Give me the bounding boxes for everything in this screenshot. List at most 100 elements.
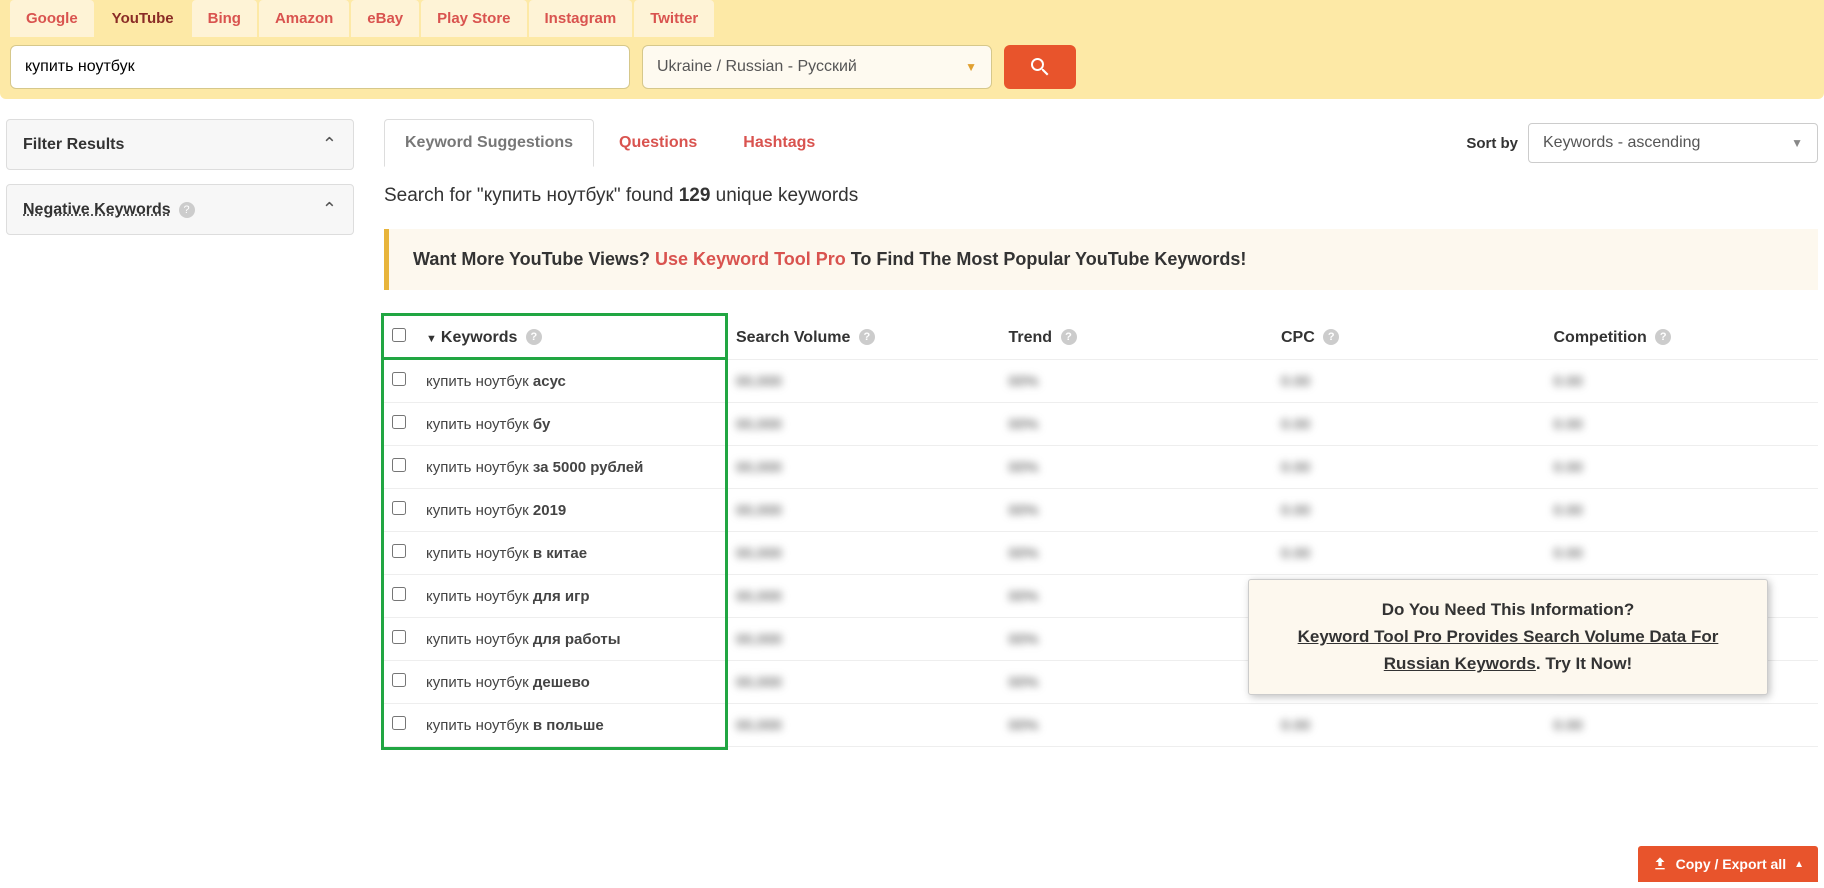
negative-keywords-title: Negative Keywords <box>23 201 171 218</box>
table-row: купить ноутбук за 5000 рублей00,00000%0.… <box>384 446 1818 489</box>
row-checkbox[interactable] <box>392 716 406 730</box>
trend-cell: 00% <box>1001 446 1274 489</box>
upsell-popup: Do You Need This Information? Keyword To… <box>1248 579 1768 695</box>
chevron-up-icon: ▲ <box>1794 859 1804 870</box>
col-keywords[interactable]: ▼Keywords ? <box>418 316 728 360</box>
row-checkbox[interactable] <box>392 630 406 644</box>
competition-cell: 0.00 <box>1546 489 1819 532</box>
keyword-cell: купить ноутбук за 5000 рублей <box>418 446 728 489</box>
trend-cell: 00% <box>1001 489 1274 532</box>
col-competition[interactable]: Competition ? <box>1546 316 1819 360</box>
cpc-cell: 0.00 <box>1273 403 1546 446</box>
trend-cell: 00% <box>1001 661 1274 704</box>
filter-results-title: Filter Results <box>23 136 124 154</box>
row-checkbox[interactable] <box>392 415 406 429</box>
keyword-cell: купить ноутбук бу <box>418 403 728 446</box>
search-button[interactable] <box>1004 45 1076 89</box>
keyword-cell: купить ноутбук в китае <box>418 532 728 575</box>
chevron-up-icon: ⌃ <box>322 134 337 155</box>
row-checkbox[interactable] <box>392 372 406 386</box>
trend-cell: 00% <box>1001 704 1274 747</box>
trend-cell: 00% <box>1001 360 1274 403</box>
platform-tab-instagram[interactable]: Instagram <box>529 0 633 37</box>
cpc-cell: 0.00 <box>1273 360 1546 403</box>
negative-keywords-toggle[interactable]: Negative Keywords ? ⌃ <box>7 185 353 234</box>
negative-keywords-panel: Negative Keywords ? ⌃ <box>6 184 354 235</box>
search-volume-cell: 00,000 <box>728 446 1001 489</box>
locale-select[interactable]: Ukraine / Russian - Русский ▼ <box>642 45 992 89</box>
keyword-cell: купить ноутбук для работы <box>418 618 728 661</box>
platform-tab-google[interactable]: Google <box>10 0 94 37</box>
chevron-down-icon: ▼ <box>1791 136 1803 150</box>
cpc-cell: 0.00 <box>1273 532 1546 575</box>
keyword-cell: купить ноутбук в польше <box>418 704 728 747</box>
copy-export-button[interactable]: Copy / Export all ▲ <box>1638 846 1818 882</box>
table-row: купить ноутбук 201900,00000%0.000.00 <box>384 489 1818 532</box>
table-row: купить ноутбук в китае00,00000%0.000.00 <box>384 532 1818 575</box>
help-icon[interactable]: ? <box>1061 329 1077 345</box>
col-trend[interactable]: Trend ? <box>1001 316 1274 360</box>
row-checkbox[interactable] <box>392 501 406 515</box>
platform-tab-youtube[interactable]: YouTube <box>96 0 190 37</box>
table-row: купить ноутбук бу00,00000%0.000.00 <box>384 403 1818 446</box>
search-input[interactable] <box>10 45 630 89</box>
platform-tab-ebay[interactable]: eBay <box>351 0 419 37</box>
promo-banner: Want More YouTube Views? Use Keyword Too… <box>384 229 1818 290</box>
filter-results-panel: Filter Results ⌃ <box>6 119 354 170</box>
tab-questions[interactable]: Questions <box>598 119 718 167</box>
keyword-cell: купить ноутбук 2019 <box>418 489 728 532</box>
col-search-volume[interactable]: Search Volume ? <box>728 316 1001 360</box>
results-summary: Search for "купить ноутбук" found 129 un… <box>384 185 1818 207</box>
search-volume-cell: 00,000 <box>728 489 1001 532</box>
table-row: купить ноутбук в польше00,00000%0.000.00 <box>384 704 1818 747</box>
cpc-cell: 0.00 <box>1273 704 1546 747</box>
filter-results-toggle[interactable]: Filter Results ⌃ <box>7 120 353 169</box>
upsell-link[interactable]: Keyword Tool Pro Provides Search Volume … <box>1298 627 1719 673</box>
platform-tab-amazon[interactable]: Amazon <box>259 0 349 37</box>
search-volume-cell: 00,000 <box>728 532 1001 575</box>
trend-cell: 00% <box>1001 403 1274 446</box>
help-icon[interactable]: ? <box>179 202 195 218</box>
chevron-down-icon: ▼ <box>965 60 977 74</box>
select-all-checkbox[interactable] <box>392 328 406 342</box>
search-volume-cell: 00,000 <box>728 360 1001 403</box>
keyword-cell: купить ноутбук асус <box>418 360 728 403</box>
trend-cell: 00% <box>1001 575 1274 618</box>
platform-tab-play-store[interactable]: Play Store <box>421 0 526 37</box>
platform-tab-twitter[interactable]: Twitter <box>634 0 714 37</box>
sort-select[interactable]: Keywords - ascending ▼ <box>1528 123 1818 163</box>
row-checkbox[interactable] <box>392 458 406 472</box>
tab-hashtags[interactable]: Hashtags <box>722 119 836 167</box>
promo-link[interactable]: Use Keyword Tool Pro <box>655 249 846 269</box>
tab-keyword-suggestions[interactable]: Keyword Suggestions <box>384 119 594 167</box>
search-volume-cell: 00,000 <box>728 661 1001 704</box>
trend-cell: 00% <box>1001 532 1274 575</box>
help-icon[interactable]: ? <box>526 329 542 345</box>
col-cpc[interactable]: CPC ? <box>1273 316 1546 360</box>
cpc-cell: 0.00 <box>1273 446 1546 489</box>
search-icon <box>1028 55 1052 79</box>
row-checkbox[interactable] <box>392 587 406 601</box>
competition-cell: 0.00 <box>1546 532 1819 575</box>
table-row: купить ноутбук асус00,00000%0.000.00 <box>384 360 1818 403</box>
row-checkbox[interactable] <box>392 673 406 687</box>
row-checkbox[interactable] <box>392 544 406 558</box>
export-icon <box>1652 856 1668 872</box>
sort-label: Sort by <box>1466 135 1518 152</box>
search-volume-cell: 00,000 <box>728 618 1001 661</box>
sort-desc-icon: ▼ <box>426 333 437 345</box>
platform-tabs: GoogleYouTubeBingAmazoneBayPlay StoreIns… <box>10 0 1814 37</box>
trend-cell: 00% <box>1001 618 1274 661</box>
competition-cell: 0.00 <box>1546 446 1819 489</box>
search-volume-cell: 00,000 <box>728 403 1001 446</box>
chevron-up-icon: ⌃ <box>322 199 337 220</box>
competition-cell: 0.00 <box>1546 704 1819 747</box>
help-icon[interactable]: ? <box>1323 329 1339 345</box>
help-icon[interactable]: ? <box>859 329 875 345</box>
search-volume-cell: 00,000 <box>728 704 1001 747</box>
locale-value: Ukraine / Russian - Русский <box>657 58 857 76</box>
help-icon[interactable]: ? <box>1655 329 1671 345</box>
platform-tab-bing[interactable]: Bing <box>192 0 257 37</box>
keyword-cell: купить ноутбук для игр <box>418 575 728 618</box>
search-area: GoogleYouTubeBingAmazoneBayPlay StoreIns… <box>0 0 1824 99</box>
